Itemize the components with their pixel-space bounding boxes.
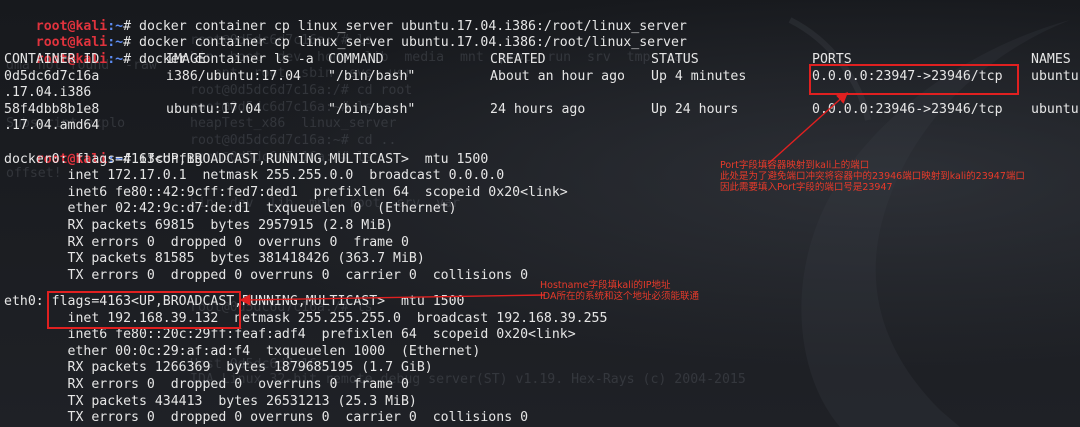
output-line: TX errors 0 dropped 0 overruns 0 carrier… xyxy=(4,410,529,426)
port-annotation-note: Port字段填容器映射到kali上的端口 此处是为了避免端口冲突将容器中的239… xyxy=(720,160,1025,193)
table-cell-id: 0d5dc6d7c16a xyxy=(4,68,100,84)
output-line: docker0: flags=4163<UP,BROADCAST,RUNNING… xyxy=(4,151,489,167)
output-line: RX packets 1266369 bytes 1879685195 (1.7… xyxy=(4,360,433,376)
table-cell-names: ubuntu xyxy=(1031,101,1079,117)
table-cell-status: Up 4 minutes xyxy=(651,68,747,84)
ghost-line: root@0d5dc6d7c16a:~# cd .. xyxy=(190,133,397,148)
table-cell-status: Up 24 hours xyxy=(651,101,739,117)
column-header: COMMAND xyxy=(328,52,384,67)
output-line: ether 00:0c:29:af:ad:f4 txqueuelen 1000 … xyxy=(4,343,481,359)
column-header: CREATED xyxy=(490,52,546,67)
table-cell-created: About an hour ago xyxy=(490,68,625,84)
ip-highlight-box xyxy=(47,291,241,329)
table-cell-created: 24 hours ago xyxy=(490,101,586,117)
table-cell-names-wrap: .17.04.i386 xyxy=(4,85,92,101)
prompt-path: :~ xyxy=(107,51,124,67)
column-header: CONTAINER ID xyxy=(4,52,100,67)
table-cell-image: i386/ubuntu:17.04 xyxy=(166,68,301,84)
output-line: ether 02:42:9c:d7:de:d1 txqueuelen 0 (Et… xyxy=(4,201,457,217)
table-cell-command: "/bin/bash" xyxy=(328,101,416,117)
ports-highlight-box xyxy=(809,64,1019,95)
output-line: RX packets 69815 bytes 2957915 (2.8 MiB) xyxy=(4,218,394,233)
hostname-annotation-note: Hostname字段填kali的IP地址 IDA所在的系统和这个地址必须能联通 xyxy=(540,280,699,302)
output-line: RX errors 0 dropped 0 overruns 0 frame 0 xyxy=(4,234,409,250)
table-cell-names: ubuntu xyxy=(1031,68,1079,84)
table-cell-names-wrap: .17.04.amd64 xyxy=(4,118,100,134)
table-cell-command: "/bin/bash" xyxy=(328,68,416,84)
output-line: RX errors 0 dropped 0 overruns 0 frame 0 xyxy=(4,377,409,392)
output-line: inet6 fe80::20c:29ff:feaf:adf4 prefixlen… xyxy=(4,327,576,343)
column-header: STATUS xyxy=(651,52,699,67)
terminal-window[interactable]: root@0d5dc6d7c16a:/# ls bin boot dev hom… xyxy=(0,0,1080,427)
output-line: TX packets 434413 bytes 26531213 (25.3 M… xyxy=(4,393,417,409)
column-header: NAMES xyxy=(1031,52,1071,67)
table-cell-image: ubuntu:17.04 xyxy=(166,101,262,117)
column-header: IMAGE xyxy=(166,52,206,67)
output-line: TX errors 0 dropped 0 overruns 0 carrier… xyxy=(4,267,529,283)
output-line: inet6 fe80::42:9cff:fed7:ded1 prefixlen … xyxy=(4,184,568,200)
ghost-line: root@0d5dc6d7c16a:/# cd root xyxy=(190,83,413,98)
table-cell-ports: 0.0.0.0:23946->23946/tcp xyxy=(812,101,1003,117)
output-line: TX packets 81585 bytes 381418426 (363.7 … xyxy=(4,251,425,267)
prompt-symbol: # xyxy=(123,51,140,67)
output-line: inet 172.17.0.1 netmask 255.255.0.0 broa… xyxy=(4,168,505,184)
table-cell-id: 58f4dbb8b1e8 xyxy=(4,101,100,117)
